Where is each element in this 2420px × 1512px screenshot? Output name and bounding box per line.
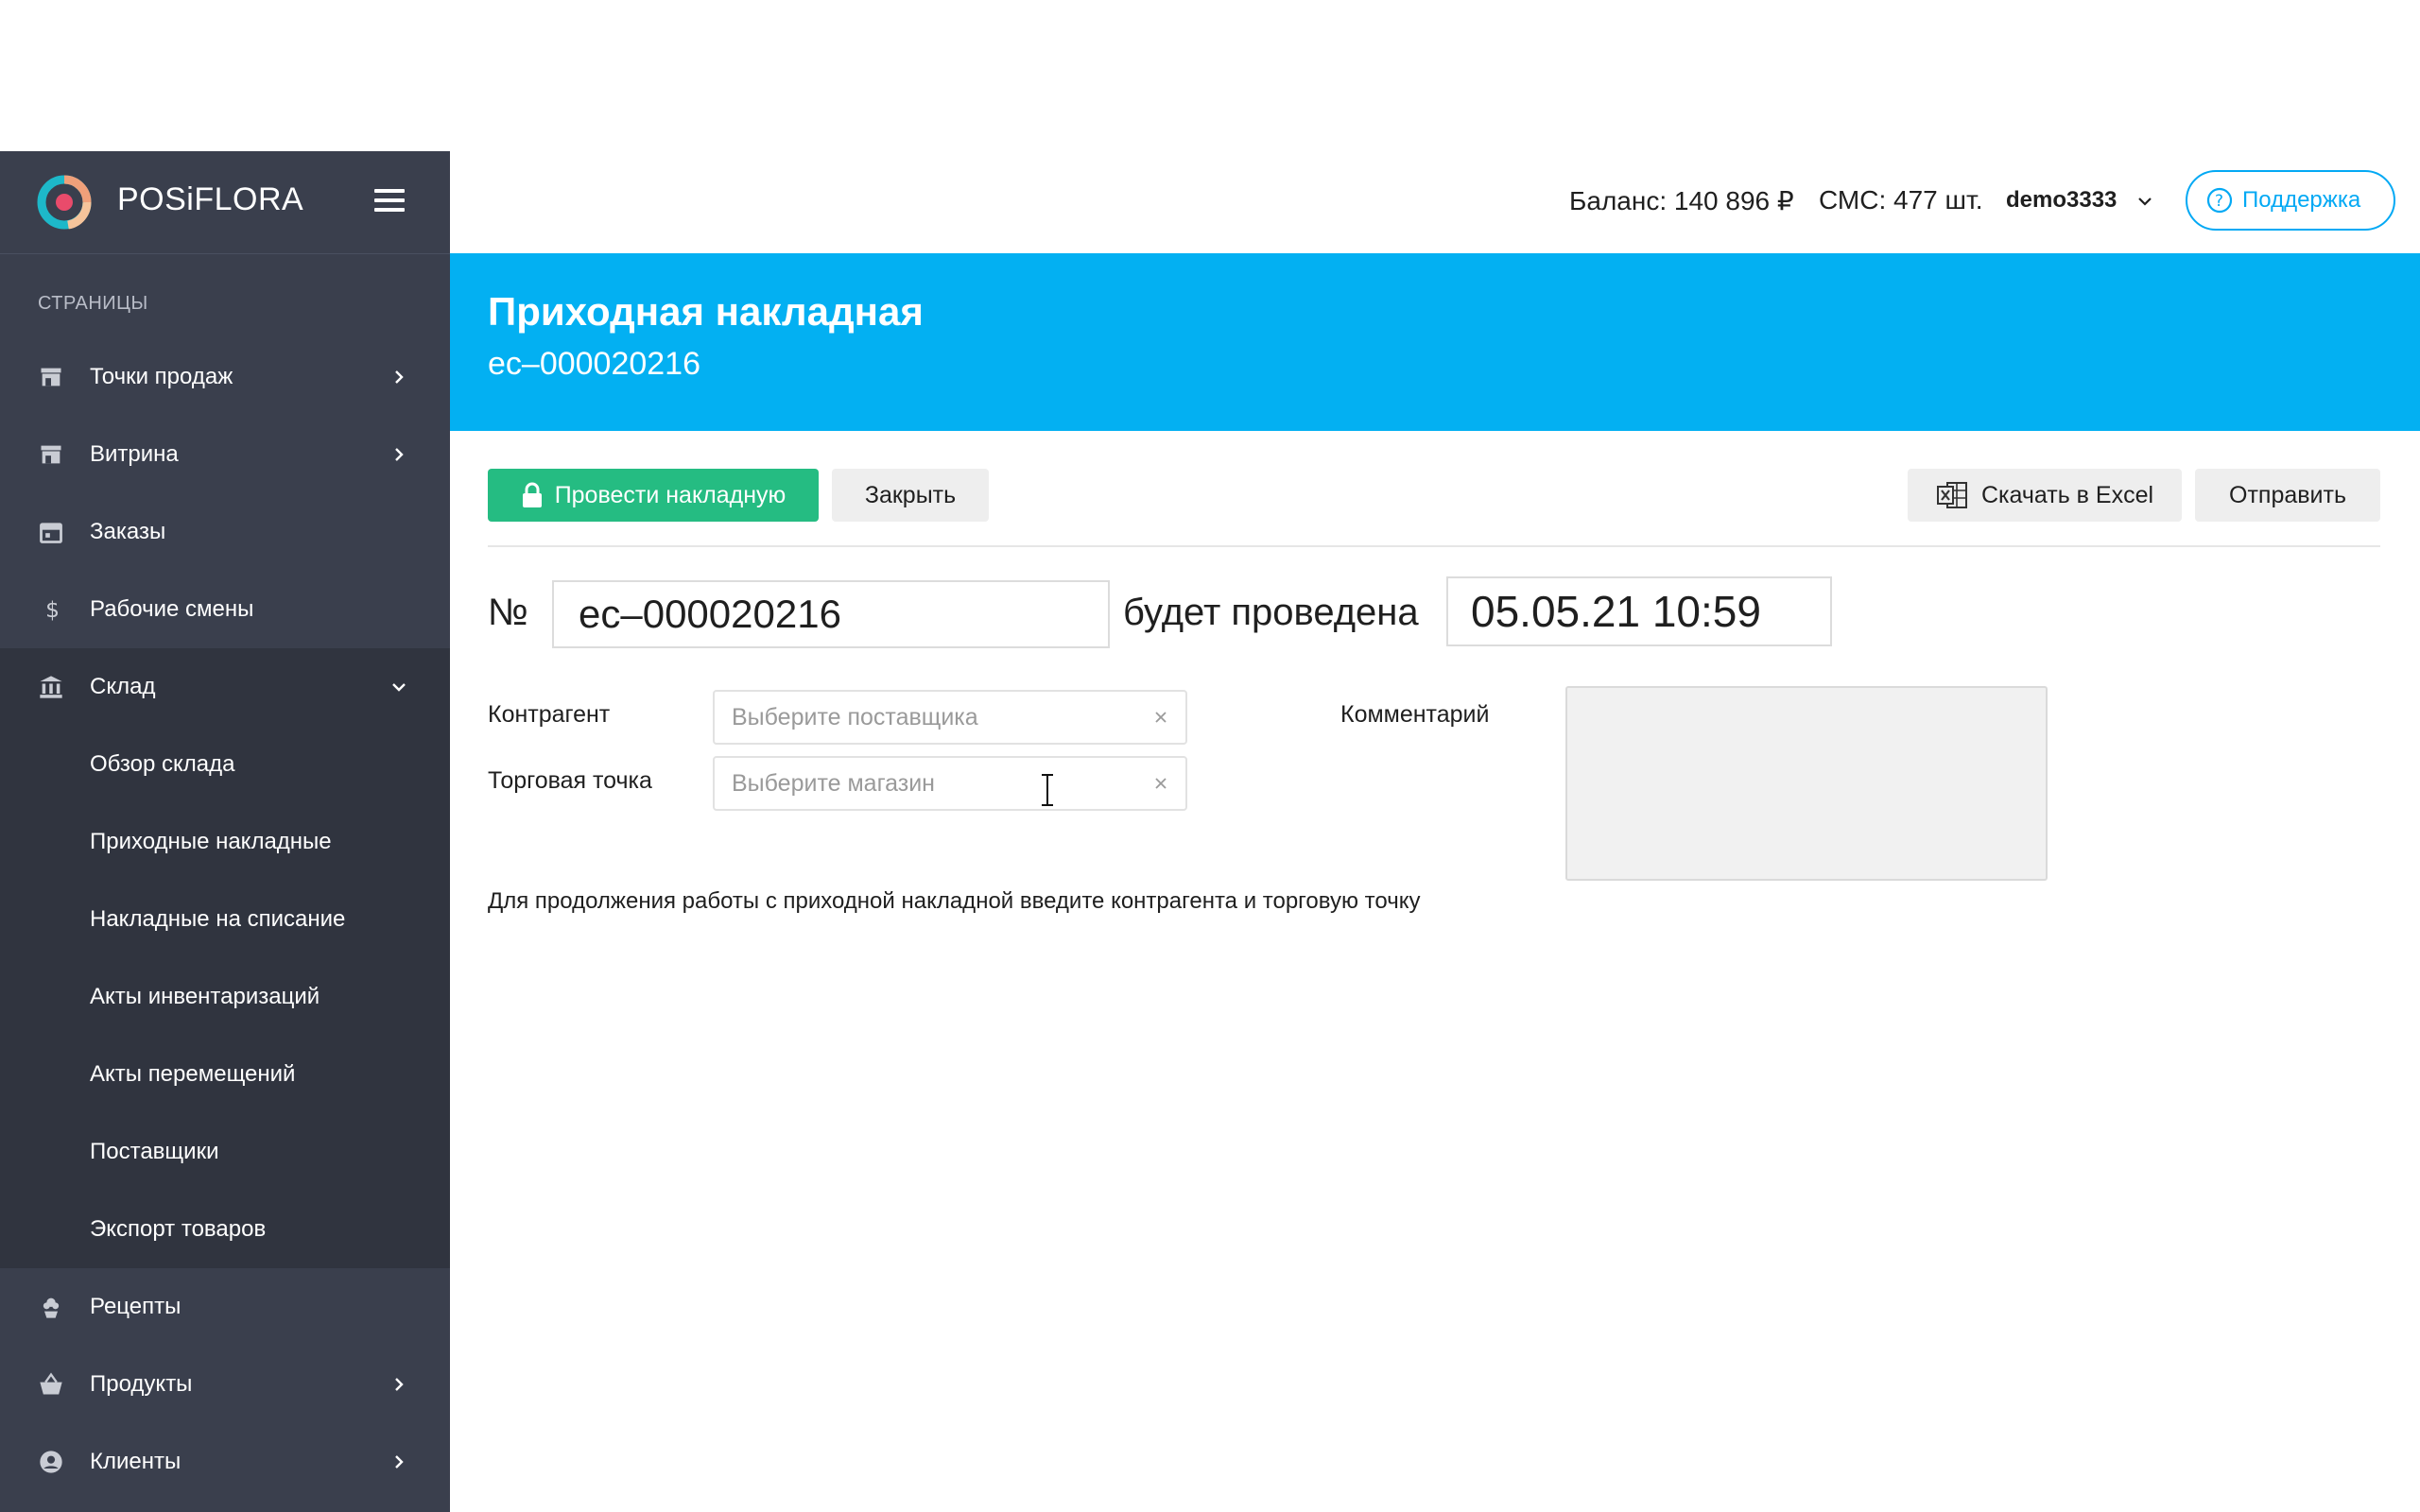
sidebar-item-points-of-sale[interactable]: Точки продаж: [0, 338, 450, 416]
basket-icon: [40, 1372, 62, 1395]
calendar-icon: [40, 523, 62, 543]
send-button[interactable]: Отправить: [2195, 469, 2380, 522]
sidebar-item-orders[interactable]: Заказы: [0, 493, 450, 571]
user-icon: [40, 1451, 62, 1473]
store-icon: [41, 368, 61, 387]
warehouse-submenu: Обзор склада Приходные накладные Накладн…: [0, 726, 450, 1268]
sidebar-subitem-suppliers[interactable]: Поставщики: [0, 1113, 450, 1191]
text-cursor-icon: [1042, 774, 1053, 806]
chevron-right-icon: [395, 1378, 404, 1391]
sidebar-item-label: Акты перемещений: [90, 1061, 296, 1087]
support-button[interactable]: ? Поддержка: [2186, 170, 2395, 231]
posting-date-input[interactable]: 05.05.21 10:59: [1446, 576, 1832, 646]
counterparty-label: Контрагент: [488, 701, 611, 728]
page-header-banner: Приходная накладная ec–000020216: [450, 253, 2420, 431]
svg-text:$: $: [45, 596, 60, 623]
invoice-number-input[interactable]: ec–000020216: [552, 580, 1110, 648]
close-button[interactable]: Закрыть: [832, 469, 989, 522]
sidebar-item-products[interactable]: Продукты: [0, 1346, 450, 1423]
post-invoice-button[interactable]: Провести накладную: [488, 469, 819, 522]
top-bar: Баланс: 140 896 ₽ СМС: 477 шт. demo3333 …: [450, 151, 2420, 253]
number-label: №: [488, 592, 528, 633]
sidebar-item-label: Обзор склада: [90, 751, 235, 777]
sidebar-item-label: Заказы: [90, 519, 166, 544]
svg-text:?: ?: [2215, 192, 2223, 211]
store-placeholder: Выберите магазин: [732, 769, 935, 797]
sidebar-item-label: Продукты: [90, 1371, 193, 1397]
chevron-right-icon: [395, 370, 404, 384]
sidebar-section-title: СТРАНИЦЫ: [38, 293, 148, 314]
post-invoice-label: Провести накладную: [554, 481, 786, 508]
sidebar-item-clients[interactable]: Клиенты: [0, 1423, 450, 1501]
page-subtitle: ec–000020216: [488, 346, 701, 382]
sidebar-item-showcase[interactable]: Витрина: [0, 416, 450, 493]
counterparty-select[interactable]: Выберите поставщика: [713, 690, 1187, 745]
sidebar-subitem-write-off-invoices[interactable]: Накладные на списание: [0, 881, 450, 958]
flower-icon: [43, 1297, 60, 1318]
sidebar-item-label: Акты инвентаризаций: [90, 984, 320, 1009]
sidebar-item-label: Витрина: [90, 441, 179, 467]
chevron-down-icon: [392, 683, 406, 692]
sidebar-item-label: Клиенты: [90, 1449, 182, 1474]
comment-label: Комментарий: [1340, 701, 1490, 728]
sidebar-subitem-transfer-acts[interactable]: Акты перемещений: [0, 1036, 450, 1113]
store-icon: [41, 445, 61, 464]
dollar-icon: $: [45, 596, 60, 623]
toolbar-divider: [488, 545, 2380, 547]
sidebar-item-label: Поставщики: [90, 1139, 219, 1164]
excel-icon: [1936, 482, 1967, 508]
chevron-right-icon: [395, 1455, 404, 1469]
chevron-down-icon[interactable]: [2136, 193, 2153, 210]
sidebar: POSiFLORA СТРАНИЦЫ Точки продаж Витрина …: [0, 151, 450, 1512]
will-be-posted-label: будет проведена: [1123, 592, 1419, 633]
sidebar-item-label: Рабочие смены: [90, 596, 254, 622]
sidebar-item-label: Приходные накладные: [90, 829, 332, 854]
lock-icon: [522, 482, 542, 507]
sidebar-item-label: Рецепты: [90, 1294, 182, 1319]
sidebar-nav: Точки продаж Витрина Заказы $ Рабочие см…: [0, 338, 450, 1501]
sidebar-header: POSiFLORA: [0, 151, 450, 254]
posiflora-logo-icon: [37, 175, 92, 230]
sidebar-item-warehouse[interactable]: Склад: [0, 648, 450, 726]
help-circle-icon: ?: [2206, 187, 2233, 214]
chevron-right-icon: [395, 448, 404, 461]
download-excel-label: Скачать в Excel: [1980, 481, 2154, 508]
sms-count-text: СМС: 477 шт.: [1819, 185, 1983, 215]
clear-icon[interactable]: [1153, 710, 1168, 725]
user-menu[interactable]: demo3333: [2006, 187, 2117, 214]
counterparty-placeholder: Выберите поставщика: [732, 703, 978, 730]
comment-textarea[interactable]: [1565, 686, 2048, 881]
support-label: Поддержка: [2242, 187, 2361, 213]
sidebar-item-label: Экспорт товаров: [90, 1216, 267, 1242]
sidebar-item-recipes[interactable]: Рецепты: [0, 1268, 450, 1346]
sidebar-item-work-shifts[interactable]: $ Рабочие смены: [0, 571, 450, 648]
menu-toggle-icon[interactable]: [374, 189, 405, 214]
sidebar-item-label: Накладные на списание: [90, 906, 346, 932]
page-title: Приходная накладная: [488, 289, 924, 334]
sidebar-subitem-inventory-acts[interactable]: Акты инвентаризаций: [0, 958, 450, 1036]
brand-name: POSiFLORA: [117, 181, 304, 217]
bank-icon: [40, 676, 62, 698]
instruction-text: Для продолжения работы с приходной накла…: [488, 888, 1421, 914]
store-select[interactable]: Выберите магазин: [713, 756, 1187, 811]
sidebar-subitem-export-products[interactable]: Экспорт товаров: [0, 1191, 450, 1268]
sidebar-subitem-warehouse-overview[interactable]: Обзор склада: [0, 726, 450, 803]
sidebar-item-label: Склад: [90, 674, 156, 699]
clear-icon[interactable]: [1153, 776, 1168, 791]
balance-text: Баланс: 140 896 ₽: [1569, 186, 1794, 215]
store-label: Торговая точка: [488, 767, 652, 794]
download-excel-button[interactable]: Скачать в Excel: [1908, 469, 2182, 522]
sidebar-subitem-incoming-invoices[interactable]: Приходные накладные: [0, 803, 450, 881]
sidebar-item-label: Точки продаж: [90, 364, 233, 389]
